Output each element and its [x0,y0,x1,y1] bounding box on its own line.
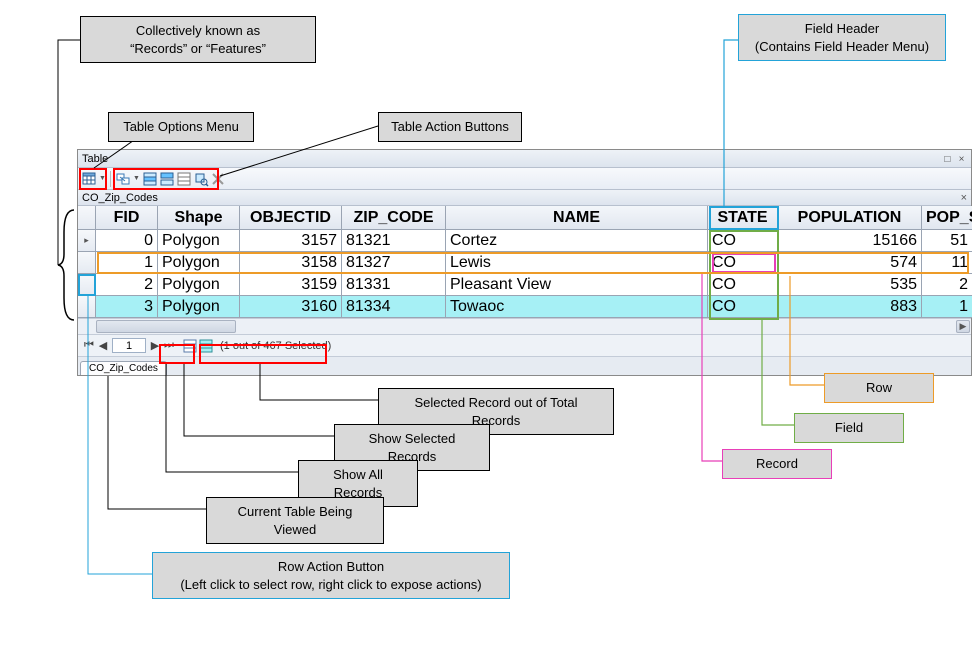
attribute-grid: FID Shape OBJECTID ZIP_CODE NAME STATE P… [78,206,971,318]
row-selector[interactable]: ▸ [78,230,96,252]
titlebar: Table □ × [78,150,971,168]
callout-table-action-buttons: Table Action Buttons [378,112,522,142]
col-header-popsq[interactable]: POP_SQ [922,206,972,230]
col-header-name[interactable]: NAME [446,206,708,230]
col-header-state[interactable]: STATE [708,206,778,230]
table-row[interactable]: 3 Polygon 3160 81334 Towaoc CO 883 1 [78,296,971,318]
callout-table-options: Table Options Menu [108,112,254,142]
grid-header-row: FID Shape OBJECTID ZIP_CODE NAME STATE P… [78,206,971,230]
table-tab[interactable]: CO_Zip_Codes [80,361,167,375]
table-name-label: CO_Zip_Codes [82,192,158,204]
col-header-zipcode[interactable]: ZIP_CODE [342,206,446,230]
dropdown-arrow-icon: ▼ [133,175,140,182]
switch-selection-button[interactable] [159,171,175,187]
subtitle-close-icon[interactable]: × [961,192,967,204]
selection-status-label: (1 out of 467 Selected) [220,340,331,352]
zoom-to-selected-button[interactable] [193,171,209,187]
show-all-records-button[interactable] [182,338,198,354]
clear-selection-button[interactable] [176,171,192,187]
table-options-button[interactable]: ▼ [81,171,107,187]
delete-selected-button[interactable] [210,171,226,187]
callout-row: Row [824,373,934,403]
nav-next-icon[interactable]: ▶ [148,339,162,352]
row-selector-header[interactable] [78,206,96,230]
dropdown-arrow-icon: ▼ [99,175,106,182]
callout-field: Field [794,413,904,443]
horizontal-scrollbar[interactable]: ▶ [78,318,971,334]
col-header-fid[interactable]: FID [96,206,158,230]
callout-field-header: Field Header(Contains Field Header Menu) [738,14,946,61]
select-by-attributes-button[interactable] [142,171,158,187]
scroll-right-icon[interactable]: ▶ [956,320,970,333]
window-close-icon[interactable]: × [956,154,967,165]
related-tables-button[interactable]: ▼ [115,171,141,187]
table-row[interactable]: 2 Polygon 3159 81331 Pleasant View CO 53… [78,274,971,296]
callout-record: Record [722,449,832,479]
col-header-population[interactable]: POPULATION [778,206,922,230]
table-row[interactable]: ▸ 0 Polygon 3157 81321 Cortez CO 15166 5… [78,230,971,252]
window-restore-icon[interactable]: □ [942,154,953,165]
callout-records-features: Collectively known as“Records” or “Featu… [80,16,316,63]
window-title: Table [82,153,108,165]
row-selector[interactable] [78,252,96,274]
brace-icon [56,208,78,322]
scrollbar-thumb[interactable] [96,320,236,333]
nav-first-icon[interactable]: ⏮ [82,339,96,352]
subtitle-bar: CO_Zip_Codes × [78,190,971,206]
row-selector[interactable] [78,274,96,296]
nav-prev-icon[interactable]: ◀ [96,339,110,352]
callout-row-action: Row Action Button(Left click to select r… [152,552,510,599]
callout-current-table: Current Table Being Viewed [206,497,384,544]
table-row[interactable]: 1 Polygon 3158 81327 Lewis CO 574 11 [78,252,971,274]
record-navigator: ⏮ ◀ 1 ▶ ⏭ (1 out of 467 Selected) [78,334,971,356]
nav-record-input[interactable]: 1 [112,338,146,353]
toolbar: ▼ ▼ [78,168,971,190]
table-window: Table □ × ▼ ▼ [77,149,972,376]
nav-last-icon[interactable]: ⏭ [162,339,176,352]
show-selected-records-button[interactable] [198,338,214,354]
window-buttons: □ × [942,153,967,165]
col-header-objectid[interactable]: OBJECTID [240,206,342,230]
row-selector[interactable] [78,296,96,318]
col-header-shape[interactable]: Shape [158,206,240,230]
